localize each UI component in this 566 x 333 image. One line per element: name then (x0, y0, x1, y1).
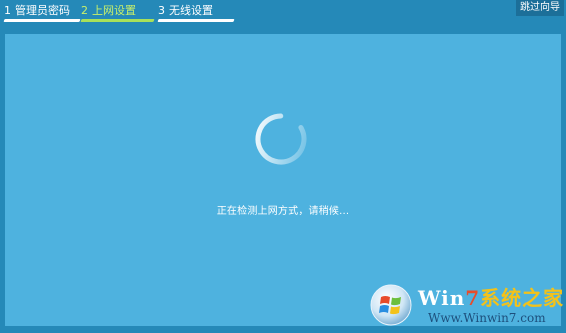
step-underline (157, 19, 235, 22)
loading-spinner-icon (255, 113, 307, 165)
step-label: 无线设置 (169, 4, 213, 17)
step-label: 上网设置 (92, 4, 136, 17)
wizard-steps: 1 管理员密码 2 上网设置 3 无线设置 (0, 0, 566, 30)
skip-wizard-button[interactable]: 跳过向导 (516, 0, 564, 16)
status-message: 正在检测上网方式，请稍候... (216, 206, 350, 217)
watermark-title: Win7系统之家 (418, 286, 565, 310)
step-underline (80, 19, 155, 22)
watermark-url: Www.Winwin7.com (428, 311, 546, 325)
step-internet-settings[interactable]: 2 上网设置 (80, 2, 155, 24)
step-number: 3 (158, 4, 165, 17)
step-number: 2 (81, 4, 88, 17)
watermark: Win7系统之家 Www.Winwin7.com (362, 278, 566, 333)
step-wireless-settings[interactable]: 3 无线设置 (157, 2, 235, 24)
step-admin-password[interactable]: 1 管理员密码 (3, 2, 81, 24)
step-number: 1 (4, 4, 11, 17)
step-label: 管理员密码 (15, 4, 70, 17)
router-setup-wizard: 1 管理员密码 2 上网设置 3 无线设置 跳过向导 正在检测上网方式，请稍候... (0, 0, 566, 333)
windows-logo-icon (370, 284, 412, 326)
step-underline (3, 19, 81, 22)
